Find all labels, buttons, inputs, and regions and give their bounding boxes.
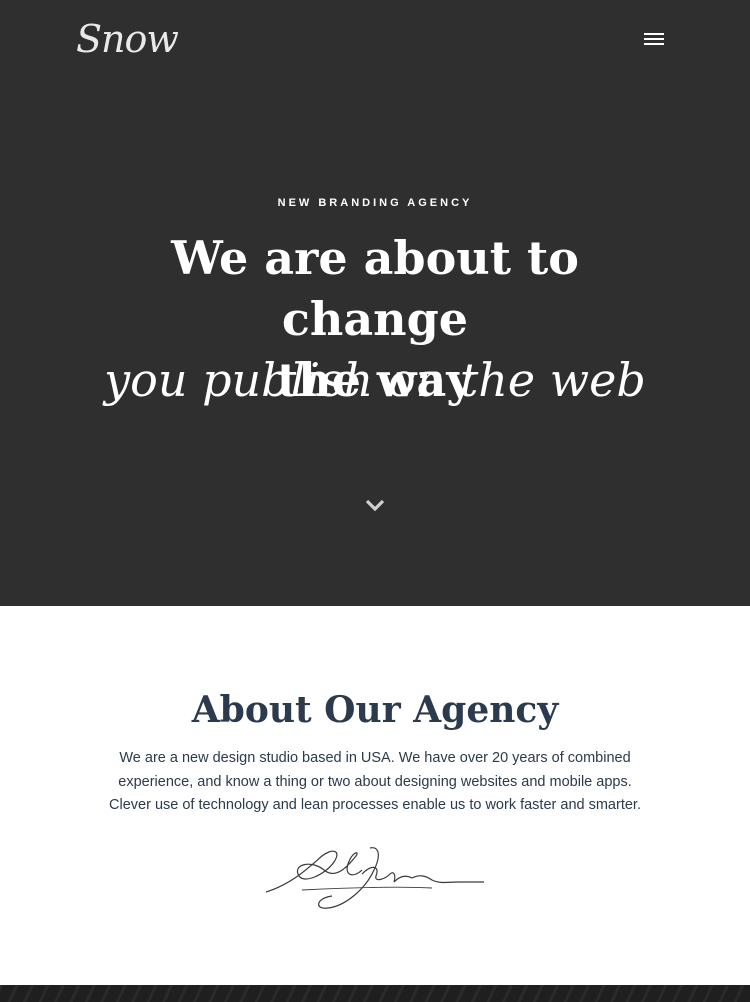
- about-text-line1: We are a new design studio based in USA.…: [119, 750, 631, 766]
- hero-headline-italic: you publish on the web: [104, 353, 646, 407]
- about-title: About Our Agency: [191, 689, 559, 731]
- hero-eyebrow: NEW BRANDING AGENCY: [277, 197, 473, 209]
- hamburger-menu-icon[interactable]: [642, 30, 666, 48]
- site-logo[interactable]: Snow: [76, 16, 179, 62]
- footer-strip: [0, 985, 750, 1002]
- about-text-line3: Clever use of technology and lean proces…: [109, 797, 641, 813]
- chevron-down-icon[interactable]: [364, 496, 386, 516]
- about-text-line2: experience, and know a thing or two abou…: [118, 773, 632, 790]
- about-description: We are a new design studio based in USA.…: [90, 747, 660, 818]
- about-section: About Our Agency We are a new design stu…: [0, 606, 750, 985]
- hero-headline-line1: We are about to change: [171, 231, 579, 346]
- signature-image: [262, 844, 486, 910]
- hero-section: Snow NEW BRANDING AGENCY We are about to…: [0, 0, 750, 606]
